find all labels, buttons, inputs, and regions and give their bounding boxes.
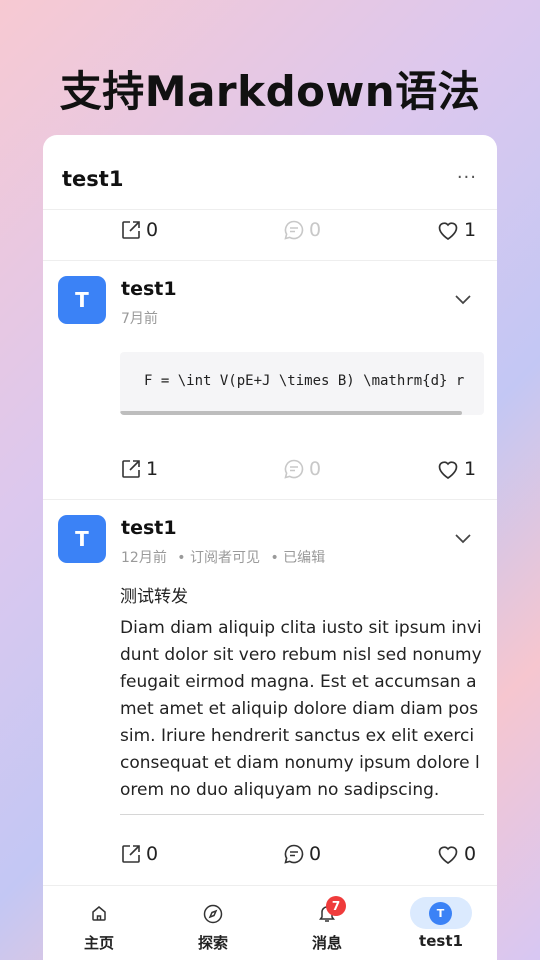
comment-button[interactable]: 0 xyxy=(283,843,321,865)
post-body: Diam diam aliquip clita iusto sit ipsum … xyxy=(120,618,482,800)
code-text: F = \int V(pE+J \times B) \mathrm{d} r xyxy=(144,373,465,389)
share-button[interactable]: 0 xyxy=(120,219,158,241)
code-block[interactable]: F = \int V(pE+J \times B) \mathrm{d} r xyxy=(120,352,484,415)
nav-messages[interactable]: 7 消息 xyxy=(282,886,372,960)
nav-profile-label: test1 xyxy=(419,932,463,950)
share-button[interactable]: 0 xyxy=(120,843,158,865)
nav-home-label: 主页 xyxy=(83,934,114,952)
heart-icon xyxy=(438,846,458,864)
nav-explore[interactable]: 探索 xyxy=(168,886,258,960)
avatar[interactable]: T xyxy=(58,515,106,563)
username[interactable]: test1 xyxy=(121,517,177,539)
nav-messages-label: 消息 xyxy=(311,934,342,952)
post-actions: 0 0 0 xyxy=(43,843,497,875)
divider xyxy=(43,260,497,261)
visibility-label: • 订阅者可见 xyxy=(177,550,260,566)
post-meta: 12月前 • 订阅者可见 • 已编辑 xyxy=(121,547,325,567)
comment-button[interactable]: 0 xyxy=(283,219,321,241)
username[interactable]: test1 xyxy=(121,278,177,300)
headline: 支持Markdown语法 xyxy=(59,67,481,116)
share-icon xyxy=(122,460,140,478)
like-button[interactable]: 1 xyxy=(436,458,476,480)
nav-explore-label: 探索 xyxy=(197,934,228,952)
post-header: T test1 12月前 • 订阅者可见 • 已编辑 xyxy=(43,515,497,575)
comment-count: 0 xyxy=(309,458,322,480)
chevron-down-icon[interactable] xyxy=(454,533,472,545)
nav-profile[interactable]: T test1 xyxy=(406,886,496,960)
divider xyxy=(43,499,497,500)
nav-home[interactable]: 主页 xyxy=(54,886,144,960)
feed-card: test1 ··· 0 0 1 T test1 7月前 F = \int V(p… xyxy=(43,135,497,960)
horizontal-scrollbar[interactable] xyxy=(120,411,462,415)
post-time: 12月前 xyxy=(121,550,167,566)
comment-button[interactable]: 0 xyxy=(283,458,321,480)
content-rule xyxy=(120,814,484,815)
heart-icon xyxy=(438,222,458,240)
share-count: 0 xyxy=(146,219,159,241)
comment-count: 0 xyxy=(309,843,322,865)
chevron-down-icon[interactable] xyxy=(454,294,472,306)
post-time: 7月前 xyxy=(121,311,158,327)
more-options-icon[interactable]: ··· xyxy=(457,167,477,188)
comment-count: 0 xyxy=(309,219,322,241)
edited-label: • 已编辑 xyxy=(270,550,326,566)
post-actions: 0 0 1 xyxy=(43,219,497,251)
comment-icon xyxy=(284,844,304,864)
share-icon xyxy=(122,845,140,863)
home-icon xyxy=(92,906,106,921)
like-button[interactable]: 1 xyxy=(436,219,476,241)
like-button[interactable]: 0 xyxy=(436,843,476,865)
avatar[interactable]: T xyxy=(58,276,106,324)
share-button[interactable]: 1 xyxy=(120,458,158,480)
share-icon xyxy=(122,221,140,239)
comment-icon xyxy=(284,459,304,479)
comment-icon xyxy=(284,220,304,240)
bottom-nav: 主页 探索 7 消息 T test1 xyxy=(43,885,497,960)
compass-icon xyxy=(203,904,223,924)
profile-avatar: T xyxy=(429,902,452,925)
post-title: 测试转发 xyxy=(120,587,188,607)
messages-badge: 7 xyxy=(326,896,346,916)
like-count: 1 xyxy=(464,458,477,480)
page-title: test1 xyxy=(62,167,124,191)
share-count: 0 xyxy=(146,843,159,865)
top-bar: test1 ··· xyxy=(43,135,497,210)
share-count: 1 xyxy=(146,458,159,480)
post-header: T test1 7月前 xyxy=(43,276,497,336)
heart-icon xyxy=(438,461,458,479)
like-count: 1 xyxy=(464,219,477,241)
post-actions: 1 0 1 xyxy=(43,458,497,490)
like-count: 0 xyxy=(464,843,477,865)
